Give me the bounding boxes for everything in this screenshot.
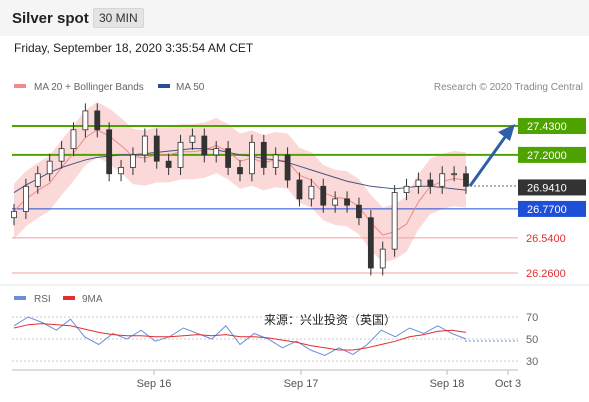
- rsi-tick-1: 50: [526, 334, 538, 346]
- candle-body: [296, 179, 303, 200]
- candle-body: [356, 204, 362, 219]
- candle-body: [439, 173, 446, 187]
- x-tick-label-1: Sep 17: [284, 378, 319, 390]
- bollinger-legend-label: MA 20 + Bollinger Bands: [34, 82, 144, 93]
- ma50-legend-label: MA 50: [176, 82, 205, 93]
- level-label-3: 26.7700: [527, 204, 567, 216]
- price-chart: MA 20 + Bollinger Bands MA 50 Research ©…: [0, 82, 589, 390]
- ma50-legend-swatch: [158, 84, 170, 88]
- level-label-5: 26.2600: [526, 268, 566, 280]
- candle-body: [189, 135, 196, 143]
- projection-arrow: [468, 132, 510, 187]
- rsi-legend-label: RSI: [34, 294, 51, 305]
- candle-body: [272, 154, 279, 168]
- candle-body: [82, 110, 89, 131]
- candle-body: [11, 211, 17, 219]
- candle-body: [427, 179, 434, 187]
- rsi-legend-swatch: [14, 296, 26, 300]
- watermark-text: 来源：兴业投资（英国）: [264, 312, 396, 327]
- rsi-tick-labels: 70 50 30: [526, 312, 538, 368]
- rsi-ma-line: [13, 323, 467, 351]
- candle-body: [415, 179, 422, 187]
- candle-body: [94, 110, 101, 131]
- candle-body: [225, 148, 232, 168]
- level-label-4: 26.5400: [526, 233, 566, 245]
- level-badges: 27.4300 27.2000 26.9410 26.7700 26.5400 26.26…: [518, 118, 586, 280]
- candle-body: [379, 248, 386, 269]
- candle-body: [237, 167, 243, 175]
- candle-body: [70, 129, 77, 150]
- level-label-1: 27.2000: [527, 150, 567, 162]
- candle-body: [344, 198, 350, 206]
- candle-body: [284, 154, 291, 181]
- rsi-tick-2: 30: [526, 356, 538, 368]
- candle-body: [141, 135, 148, 156]
- candle-body: [58, 148, 65, 162]
- candle-body: [451, 173, 458, 176]
- candle-body: [118, 167, 124, 175]
- candle-body: [367, 217, 374, 269]
- candle-body: [260, 141, 267, 168]
- candle-body: [177, 141, 184, 168]
- x-axis: Sep 16 Sep 17 Sep 18 Oct 3: [137, 370, 521, 390]
- candle-body: [165, 160, 172, 168]
- candle-body: [153, 135, 160, 162]
- candle-body: [332, 198, 339, 206]
- candle-body: [308, 185, 315, 200]
- candle-body: [403, 185, 410, 193]
- bollinger-legend-swatch: [14, 84, 26, 88]
- rsi-ma-legend-label: 9MA: [82, 294, 103, 305]
- candle-body: [463, 173, 469, 187]
- candle-body: [130, 154, 136, 168]
- rsi-tick-0: 70: [526, 312, 538, 324]
- candle-body: [201, 135, 208, 156]
- x-tick-label-2: Sep 18: [430, 378, 465, 390]
- candle-body: [34, 173, 41, 187]
- candle-body: [106, 129, 113, 175]
- candle-body: [320, 185, 327, 206]
- x-tick-label-3: Oct 3: [495, 378, 521, 390]
- candle-body: [213, 148, 220, 156]
- candle-body: [22, 185, 29, 212]
- candle-body: [248, 141, 255, 175]
- credit-text: Research © 2020 Trading Central: [434, 82, 583, 93]
- x-tick-label-0: Sep 16: [137, 378, 172, 390]
- level-label-2: 26.9410: [527, 182, 567, 194]
- rsi-line: [13, 316, 467, 357]
- candle-body: [46, 160, 53, 175]
- candle-body: [391, 192, 398, 250]
- level-label-0: 27.4300: [527, 121, 567, 133]
- rsi-ma-legend-swatch: [63, 296, 75, 300]
